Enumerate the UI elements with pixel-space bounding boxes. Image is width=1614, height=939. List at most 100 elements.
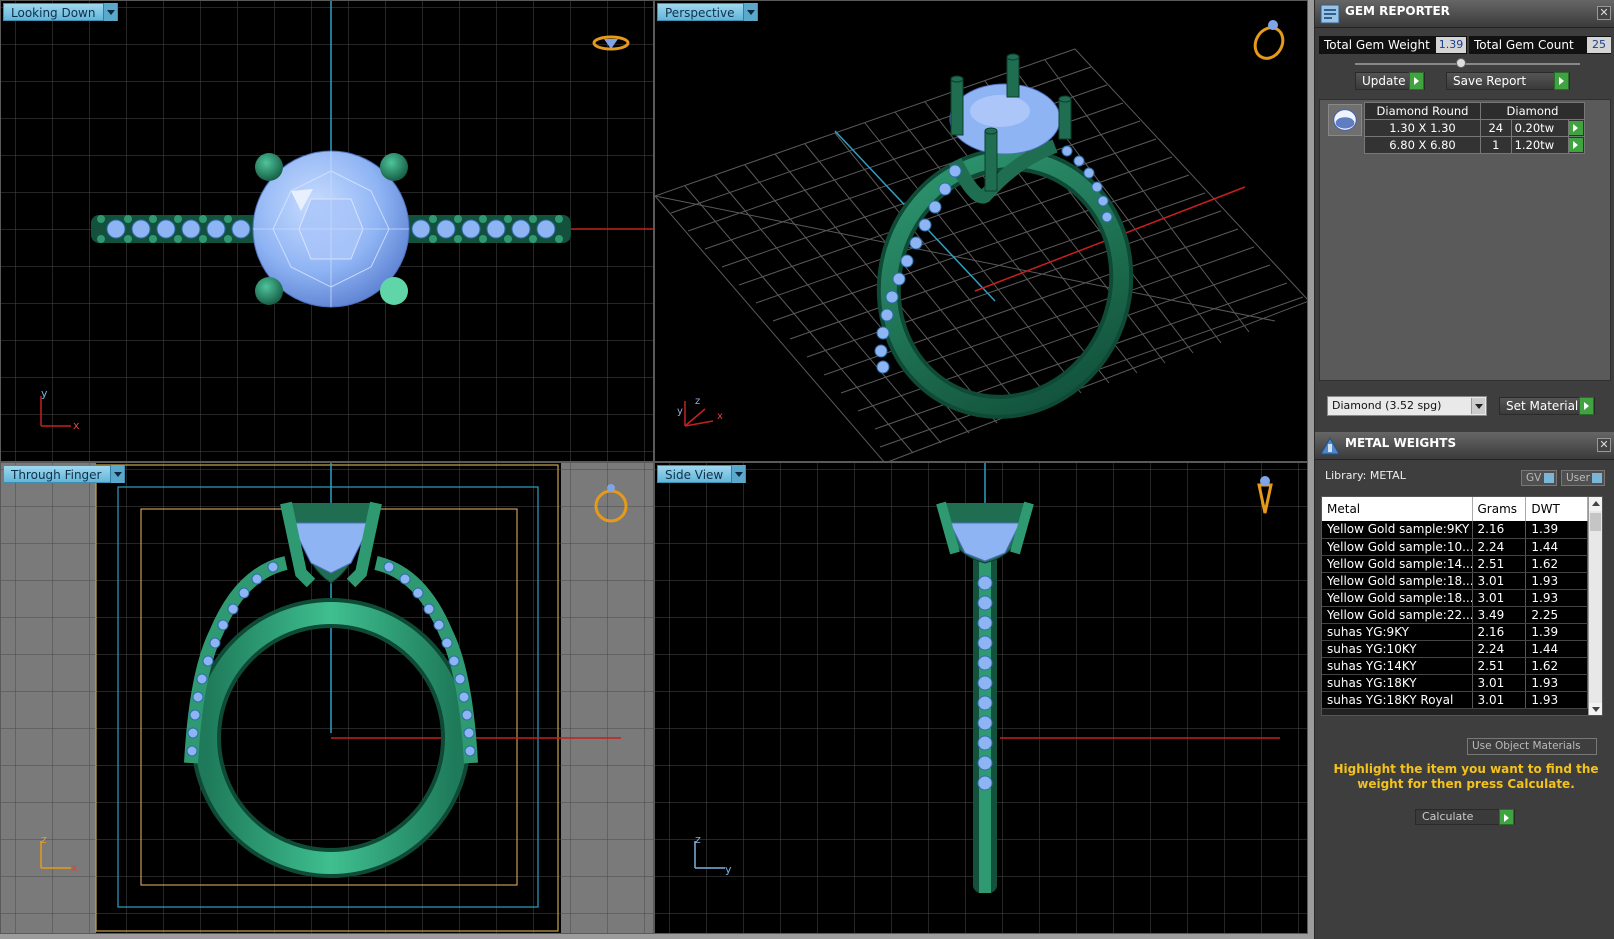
metal-weights-table: Metal Grams DWT Yellow Gold sample:9KY 2.…	[1322, 497, 1588, 709]
metal-weights-title: METAL WEIGHTS	[1345, 436, 1457, 450]
table-row[interactable]: suhas YG:10KY 2.24 1.44	[1322, 640, 1588, 658]
viewport-label: Side View	[665, 468, 724, 482]
gem-reporter-body: Total Gem Weight 1.39 Total Gem Count 25…	[1315, 28, 1614, 432]
play-icon	[1554, 72, 1569, 90]
viewport-side-view[interactable]: z y Side View	[654, 462, 1308, 934]
col-dwt[interactable]: DWT	[1525, 497, 1588, 521]
calculate-button[interactable]: Calculate	[1415, 809, 1515, 825]
table-row[interactable]: suhas YG:14KY 2.51 1.62	[1322, 657, 1588, 675]
play-icon	[1499, 809, 1514, 825]
toggle-icon	[1544, 473, 1554, 483]
axis-gizmo-perspective: z y x	[677, 396, 723, 427]
gem-size: 1.30 X 1.30	[1364, 119, 1481, 137]
table-row[interactable]: Yellow Gold sample:10... 2.24 1.44	[1322, 538, 1588, 556]
metal-grams: 2.24	[1472, 538, 1527, 556]
gem-table: Diamond Round Diamond 1.30 X 1.30 24 0.2…	[1364, 102, 1586, 154]
gem-list-area[interactable]: Diamond Round Diamond 1.30 X 1.30 24 0.2…	[1319, 99, 1611, 381]
viewport-menu-looking-down[interactable]: Looking Down	[3, 3, 119, 21]
col-metal[interactable]: Metal	[1322, 497, 1473, 521]
table-row[interactable]: suhas YG:18KY Royal 3.01 1.93	[1322, 691, 1588, 709]
diamond-round-icon	[1328, 104, 1362, 136]
material-select[interactable]: Diamond (3.52 spg)	[1327, 396, 1487, 416]
metal-grams: 2.51	[1472, 555, 1527, 573]
play-icon	[1568, 138, 1583, 153]
metal-dwt: 1.93	[1525, 572, 1588, 590]
viewport-looking-down[interactable]: y x Looking Down	[0, 0, 654, 462]
chevron-down-icon[interactable]	[742, 3, 757, 21]
metal-name: Yellow Gold sample:22...	[1322, 606, 1473, 624]
metal-weights-titlebar: METAL WEIGHTS ✕	[1315, 432, 1614, 460]
table-row[interactable]: suhas YG:18KY 3.01 1.93	[1322, 674, 1588, 692]
use-object-materials-button[interactable]: Use Object Materials	[1467, 738, 1597, 755]
scroll-up-icon[interactable]	[1589, 497, 1602, 511]
metal-name: Yellow Gold sample:10...	[1322, 538, 1473, 556]
viewport-label: Through Finger	[11, 468, 102, 482]
metal-name: Yellow Gold sample:18...	[1322, 572, 1473, 590]
table-row[interactable]: Yellow Gold sample:18... 3.01 1.93	[1322, 572, 1588, 590]
axis-label-z: z	[695, 396, 700, 407]
metal-weights-panel: METAL WEIGHTS ✕ Library: METAL GV User M…	[1314, 432, 1614, 939]
chevron-down-icon	[1471, 398, 1485, 414]
metal-weights-body: Library: METAL GV User Metal Grams DWT Y…	[1315, 460, 1614, 939]
scroll-thumb[interactable]	[1590, 513, 1601, 531]
table-row[interactable]: Yellow Gold sample:18... 3.01 1.93	[1322, 589, 1588, 607]
gem-weight: 1.20tw	[1510, 136, 1569, 154]
axis-label-x: x	[71, 861, 78, 874]
gem-slider-handle[interactable]	[1456, 58, 1466, 68]
metal-dwt: 1.93	[1525, 691, 1588, 709]
calculate-hint-text: Highlight the item you want to find the …	[1333, 762, 1599, 791]
table-row[interactable]: suhas YG:9KY 2.16 1.39	[1322, 623, 1588, 641]
metal-name: Yellow Gold sample:9KY	[1322, 521, 1473, 539]
gem-totals-row: Total Gem Weight 1.39 Total Gem Count 25	[1319, 36, 1611, 54]
app-window: y x Looking Down z y x Perspective z x T…	[0, 0, 1614, 939]
close-icon[interactable]: ✕	[1597, 438, 1611, 452]
gem-reporter-titlebar: GEM REPORTER ✕	[1315, 0, 1614, 28]
gem-row-action[interactable]	[1567, 119, 1586, 137]
col-grams[interactable]: Grams	[1472, 497, 1527, 521]
set-material-button[interactable]: Set Material	[1499, 397, 1595, 415]
metal-name: suhas YG:18KY Royal	[1322, 691, 1473, 709]
metal-dwt: 1.62	[1525, 555, 1588, 573]
gem-slider-track[interactable]	[1355, 63, 1580, 65]
ring-nav-icon-perspective[interactable]	[1250, 20, 1289, 63]
metal-dwt: 2.25	[1525, 606, 1588, 624]
viewport-through-finger[interactable]: z x Through Finger	[0, 462, 654, 934]
update-button[interactable]: Update	[1355, 72, 1425, 90]
viewport-menu-side-view[interactable]: Side View	[657, 465, 747, 483]
scroll-down-icon[interactable]	[1589, 703, 1602, 715]
table-row[interactable]: Yellow Gold sample:9KY 2.16 1.39	[1322, 521, 1588, 539]
close-icon[interactable]: ✕	[1597, 6, 1611, 20]
chevron-down-icon[interactable]	[109, 465, 124, 483]
axis-label-z: z	[41, 833, 47, 846]
viewport-perspective[interactable]: z y x Perspective	[654, 0, 1308, 462]
metal-grams: 3.01	[1472, 691, 1527, 709]
viewport-label: Perspective	[665, 6, 735, 20]
chevron-down-icon[interactable]	[731, 465, 746, 483]
metal-name: suhas YG:9KY	[1322, 623, 1473, 641]
ring-perspective	[874, 53, 1134, 419]
axis-label-z: z	[695, 833, 701, 846]
gv-toggle[interactable]: GV	[1521, 470, 1557, 486]
gem-row[interactable]: 6.80 X 6.80 1 1.20tw	[1364, 136, 1586, 154]
gem-reporter-title: GEM REPORTER	[1345, 4, 1450, 18]
table-row[interactable]: Yellow Gold sample:14... 2.51 1.62	[1322, 555, 1588, 573]
metal-dwt: 1.39	[1525, 623, 1588, 641]
metal-grams: 2.24	[1472, 640, 1527, 658]
metal-table-scrollbar[interactable]	[1588, 497, 1602, 715]
looking-down-scene: y x	[1, 1, 653, 461]
table-row[interactable]: Yellow Gold sample:22... 3.49 2.25	[1322, 606, 1588, 624]
viewport-menu-perspective[interactable]: Perspective	[657, 3, 758, 21]
toggle-icon	[1592, 473, 1602, 483]
user-toggle[interactable]: User	[1561, 470, 1605, 486]
metal-weights-table-wrap[interactable]: Metal Grams DWT Yellow Gold sample:9KY 2.…	[1321, 496, 1603, 716]
calculate-label: Calculate	[1422, 810, 1474, 823]
gem-row[interactable]: 1.30 X 1.30 24 0.20tw	[1364, 119, 1586, 137]
gem-row-action[interactable]	[1567, 136, 1586, 154]
metal-dwt: 1.93	[1525, 674, 1588, 692]
chevron-down-icon[interactable]	[103, 3, 118, 21]
gem-count: 24	[1480, 119, 1512, 137]
metal-dwt: 1.93	[1525, 589, 1588, 607]
save-report-button[interactable]: Save Report	[1446, 72, 1570, 90]
user-label: User	[1566, 472, 1590, 484]
viewport-menu-through-finger[interactable]: Through Finger	[3, 465, 125, 483]
